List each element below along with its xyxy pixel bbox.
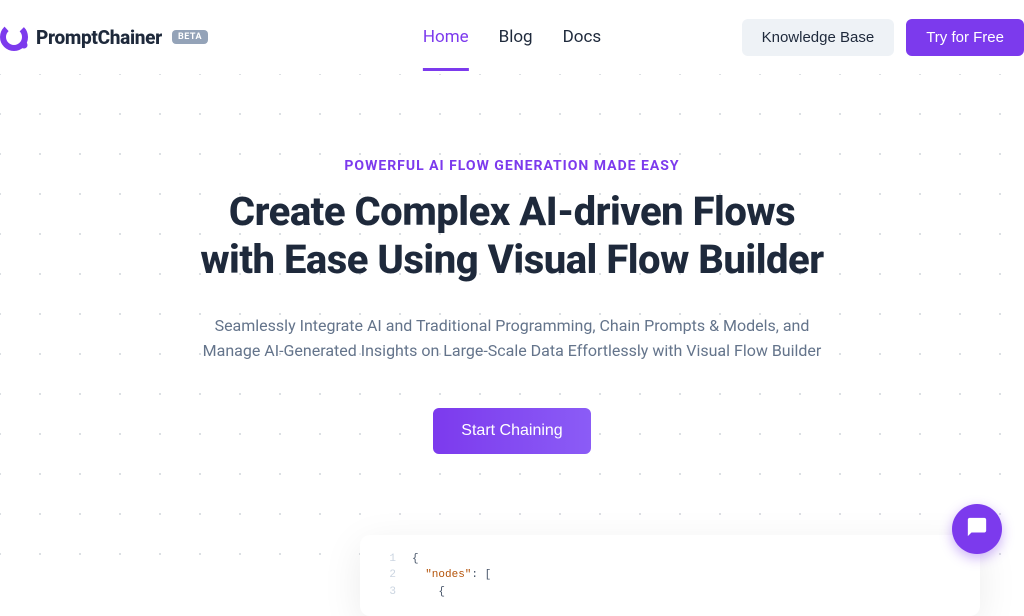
code-line: 1 { [378,551,962,568]
code-preview-card: 1 { 2 "nodes": [ 3 { [360,535,980,616]
site-header: PromptChainer BETA Home Blog Docs Knowle… [0,0,1024,74]
code-line: 3 { [378,584,962,601]
brand-name: PromptChainer [36,26,162,49]
hero-section: POWERFUL AI FLOW GENERATION MADE EASY Cr… [0,74,1024,454]
logo-icon [0,23,28,51]
code-content: "nodes": [ [412,567,491,584]
nav-home[interactable]: Home [423,3,469,71]
hero-title-line1: Create Complex AI-driven Flows [229,188,795,235]
start-chaining-button[interactable]: Start Chaining [433,408,590,454]
hero-subtitle: Seamlessly Integrate AI and Traditional … [192,314,832,364]
nav-docs[interactable]: Docs [563,3,602,71]
hero-title: Create Complex AI-driven Flows with Ease… [0,188,1024,284]
hero-eyebrow: POWERFUL AI FLOW GENERATION MADE EASY [0,158,1024,174]
code-line: 2 "nodes": [ [378,567,962,584]
try-for-free-button[interactable]: Try for Free [906,19,1024,56]
main-nav: Home Blog Docs [423,3,601,71]
chat-icon [966,516,988,542]
line-number: 2 [378,567,396,584]
hero-title-line2: with Ease Using Visual Flow Builder [200,236,823,283]
code-content: { [412,551,419,568]
nav-blog[interactable]: Blog [499,3,533,71]
header-actions: Knowledge Base Try for Free [742,19,1024,56]
chat-widget-button[interactable] [952,504,1002,554]
line-number: 3 [378,584,396,601]
brand-logo[interactable]: PromptChainer BETA [0,23,208,51]
knowledge-base-button[interactable]: Knowledge Base [742,19,895,56]
code-content: { [412,584,445,601]
line-number: 1 [378,551,396,568]
beta-badge: BETA [172,30,208,44]
